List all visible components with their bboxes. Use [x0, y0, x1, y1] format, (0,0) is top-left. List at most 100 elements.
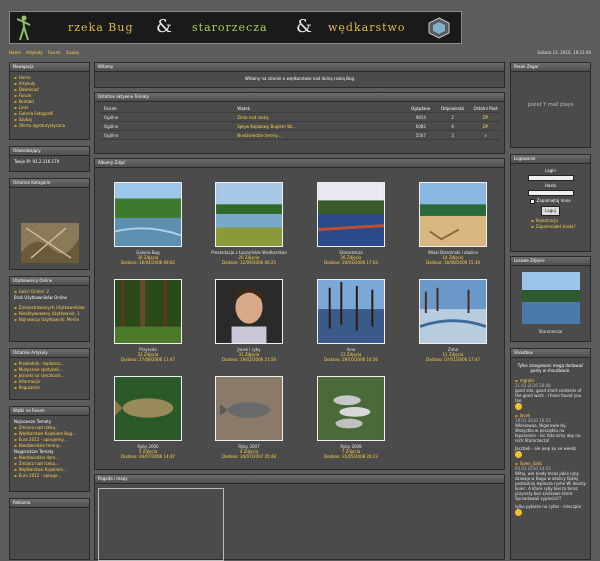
topic-link[interactable]: Zima nad rzeką [237, 113, 407, 121]
replies-cell: 6 [451, 124, 454, 129]
random-photo[interactable] [522, 272, 580, 324]
current-date: Sobota 12, 2010, 18:21:40 [537, 50, 591, 55]
forgot-password-link[interactable]: Zapomniałeś hasła? [511, 224, 590, 230]
remember-label: Zapamiętaj mnie [536, 198, 571, 203]
banner-ampersand-1: & [156, 16, 173, 37]
visitors-panel: Odwiedzający Twoje IP: 91.2.116.179 [9, 146, 90, 172]
last-post-link[interactable]: DP [471, 122, 500, 130]
shoutbox-notice: Tylko zalogowani mogą dodawać posty w sh… [517, 363, 584, 373]
top-navigation: Home Artykuły Forum Szukaj Sobota 12, 20… [0, 47, 600, 59]
topic-link[interactable]: Niedźwiedzie tereny... [237, 131, 407, 139]
album-card[interactable]: Ryby 2008 7 Zdjęcia Dodano: 31/05/2008 2… [311, 376, 391, 459]
last-post-link[interactable]: x [471, 131, 500, 139]
clock-panel: Pasek Zegar pixlet Y mail plays [510, 62, 591, 148]
replies-cell: 2 [451, 115, 454, 120]
banner-text-angling: wędkarstwo [328, 21, 406, 34]
panel-title: Logowanie [511, 155, 590, 164]
smiley-icon [515, 403, 522, 410]
welcome-text: Witamy na stronie o wędkarstwie nad doln… [244, 76, 355, 81]
album-date: Dodano: 20/03/2006 17:03 [324, 260, 378, 265]
album-card[interactable]: Wiaki Brzeziński i okolice 14 Zdjęcia Do… [413, 182, 493, 265]
album-thumbnail[interactable] [215, 279, 283, 344]
login-field[interactable] [527, 175, 574, 181]
album-date: Dodano: 24/07/2007 20:48 [222, 454, 276, 459]
site-banner[interactable]: rzeka Bug & starorzecza & wędkarstwo [9, 11, 462, 44]
album-thumbnail[interactable] [317, 376, 385, 441]
album-thumbnail[interactable] [114, 182, 182, 247]
nav-home-link[interactable]: Home [9, 50, 21, 55]
album-thumbnail[interactable] [317, 182, 385, 247]
column-header: Oglądane [411, 106, 431, 111]
album-thumbnail[interactable] [215, 376, 283, 441]
album-card[interactable]: Inne 23 Zdjęcia Dodano: 29/10/2006 16:56 [311, 279, 391, 362]
album-date: Dodano: 16/08/2006 15:39 [426, 260, 480, 265]
nav-item-agrotourism[interactable]: Oferta agroturystyczna [14, 123, 85, 129]
album-thumbnail[interactable] [114, 376, 182, 441]
last-post-link[interactable]: DP [471, 113, 500, 121]
forum-cell: Ogólne [104, 115, 119, 120]
panel-title: Ostatnie Artykuły [10, 349, 89, 358]
forum-topic-link[interactable]: Euro 2012 - opisuje... [14, 473, 85, 479]
shoutbox-panel: Shoutbox Tylko zalogowani mogą dodawać p… [510, 348, 591, 560]
smiley-icon [515, 509, 522, 516]
album-card[interactable]: Galeria Bug 30 Zdjęcia Dodano: 16/04/200… [108, 182, 188, 265]
banner-text-river: rzeka Bug [68, 21, 134, 34]
panel-title: Pasek Zegar [511, 63, 590, 72]
nav-search-link[interactable]: Szukaj [66, 50, 79, 55]
panel-title: Pogoda i mapy [95, 475, 504, 484]
replies-cell: 3 [451, 133, 454, 138]
album-card[interactable]: Jacek i ryby 31 Zdjęcia Dodano: 19/02/20… [209, 279, 289, 362]
album-date: Dodano: 12/09/2006 00:25 [222, 260, 276, 265]
album-card[interactable]: Prezentacja z Łączyńskie Wędkarstwo 20 Z… [209, 182, 289, 265]
album-card[interactable]: Zima 11 Zdjęcia Dodano: 07/01/2006 17:47 [413, 279, 493, 362]
column-header: Wątek [237, 106, 251, 111]
banner-text-oxbows: starorzecza [192, 21, 268, 34]
login-panel: Logowanie Login Hasło Zapamiętaj mnie Lo… [510, 154, 591, 252]
weather-widget[interactable] [98, 488, 224, 561]
photo-albums-panel: Albumy Zdjęć Galeria Bug 30 Zdjęcia Doda… [94, 158, 505, 470]
table-row: Ogólne Spływ Kajakowy Bugiem Wi... 6082 … [99, 122, 500, 131]
column-header: Odpowiedzi [441, 106, 465, 111]
password-field[interactable] [527, 190, 574, 196]
login-button[interactable]: Loguj [541, 206, 560, 216]
remember-checkbox[interactable] [530, 198, 536, 204]
smiley-icon [515, 451, 522, 458]
panel-title: Użytkownicy Online [10, 277, 89, 286]
album-thumbnail[interactable] [317, 279, 385, 344]
album-thumbnail[interactable] [215, 182, 283, 247]
category-thumbnail[interactable] [21, 223, 79, 263]
topic-link[interactable]: Spływ Kajakowy Bugiem Wi... [237, 122, 407, 130]
shout-message: good site, good short contents of the go… [515, 388, 582, 403]
weather-panel: Pogoda i mapy [94, 474, 505, 561]
newest-user[interactable]: Najnowszy Użytkownik: Merlin [14, 317, 85, 323]
table-row: Ogólne Niedźwiedzie tereny... 5567 3 x [99, 131, 500, 140]
fisherman-logo-icon [16, 15, 31, 41]
album-card[interactable]: Starorzecza 26 Zdjęcia Dodano: 20/03/200… [311, 182, 391, 265]
album-thumbnail[interactable] [114, 279, 182, 344]
shout-message: Wkleiowaa, Nigarowie tej. Wszystko w por… [515, 423, 581, 443]
column-header: Ostatni Post [473, 106, 498, 111]
panel-title: Wątki na Forum [10, 407, 89, 416]
random-photo-caption: Starorzecze [538, 329, 563, 334]
views-cell: 5567 [415, 133, 426, 138]
album-card[interactable]: Przyroda 33 Zdjęcia Dodano: 27/08/2006 1… [108, 279, 188, 362]
table-row: Ogólne Zima nad rzeką 9854 2 DP [99, 113, 500, 122]
album-thumbnail[interactable] [419, 279, 487, 344]
nav-forum-link[interactable]: Forum [48, 50, 61, 55]
panel-title: Odwiedzający [10, 147, 89, 156]
advertising-panel: Reklama [9, 498, 90, 560]
article-link[interactable]: Regulamin [14, 385, 85, 391]
panel-title: Witamy [95, 63, 504, 72]
album-thumbnail[interactable] [419, 182, 487, 247]
header: rzeka Bug & starorzecza & wędkarstwo [0, 0, 600, 46]
panel-title: Losowe Zdjęcie [511, 257, 590, 266]
forum-cell: Ogólne [104, 124, 119, 129]
navigation-panel: Nawigacja Home Artykuły Download Forum K… [9, 62, 90, 140]
nav-articles-link[interactable]: Artykuły [26, 50, 43, 55]
forum-threads-panel: Wątki na Forum Najnowsze Tematy Zmiana n… [9, 406, 90, 492]
banner-ampersand-2: & [296, 16, 313, 37]
album-card[interactable]: Ryby 2006 5 Zdjęcia Dodano: 04/07/2006 1… [108, 376, 188, 459]
album-card[interactable]: Ryby 2007 4 Zdjęcia Dodano: 24/07/2007 2… [209, 376, 289, 459]
panel-title: Ostatnie aktywne Tematy [95, 93, 504, 102]
views-cell: 6082 [415, 124, 426, 129]
